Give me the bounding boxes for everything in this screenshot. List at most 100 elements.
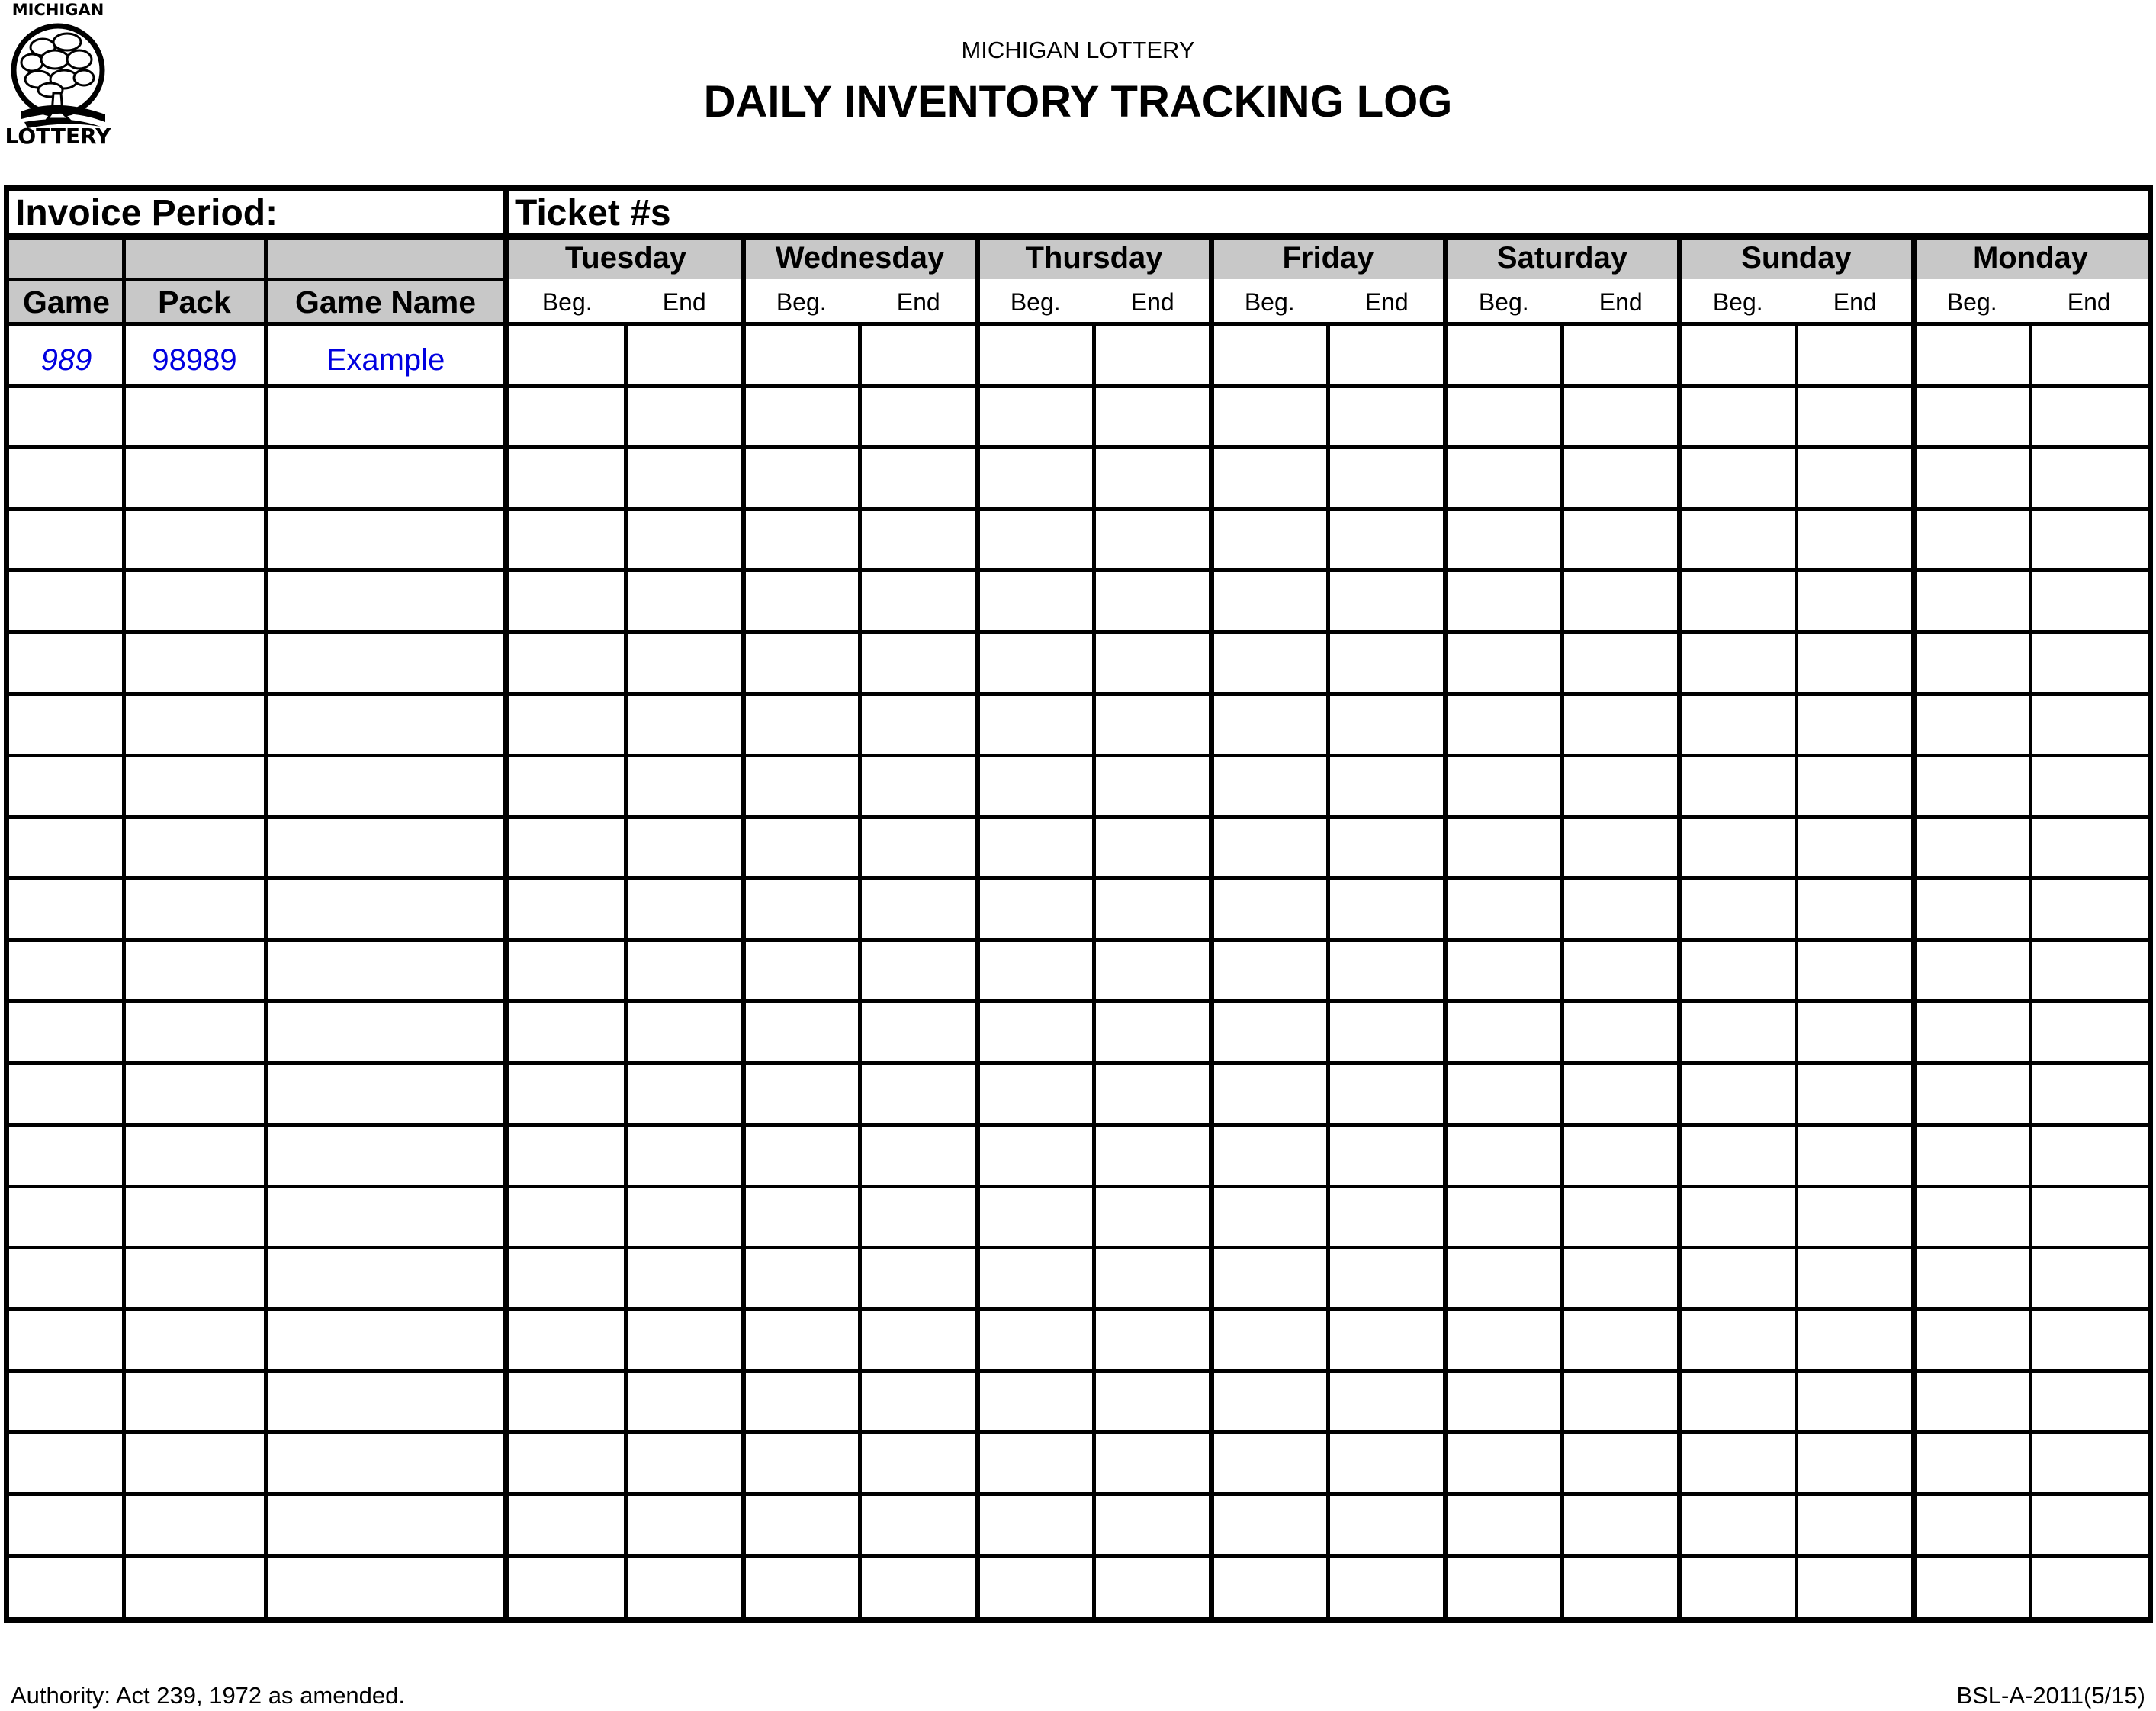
beg-ticket-cell[interactable] <box>1682 1312 1794 1368</box>
beg-ticket-cell[interactable] <box>1214 450 1325 506</box>
end-ticket-cell[interactable] <box>629 1005 741 1060</box>
end-ticket-cell[interactable] <box>2034 1312 2145 1368</box>
pack-cell[interactable] <box>124 403 265 439</box>
beg-ticket-cell[interactable] <box>1448 1005 1560 1060</box>
beg-ticket-cell[interactable] <box>1682 881 1794 937</box>
end-ticket-cell[interactable] <box>629 1374 741 1430</box>
end-ticket-cell[interactable] <box>1566 1436 1677 1491</box>
end-ticket-cell[interactable] <box>1800 450 1911 506</box>
end-ticket-cell[interactable] <box>629 574 741 629</box>
beg-ticket-cell[interactable] <box>1214 1497 1325 1553</box>
game-name-cell[interactable] <box>265 526 506 563</box>
beg-ticket-cell[interactable] <box>1917 1066 2028 1122</box>
end-ticket-cell[interactable] <box>1097 1005 1209 1060</box>
beg-ticket-cell[interactable] <box>746 1497 857 1553</box>
beg-ticket-cell[interactable] <box>1448 1251 1560 1307</box>
beg-ticket-cell[interactable] <box>1682 512 1794 568</box>
beg-ticket-cell[interactable] <box>1917 635 2028 691</box>
end-ticket-cell[interactable] <box>863 327 975 383</box>
end-ticket-cell[interactable] <box>1097 820 1209 876</box>
beg-ticket-cell[interactable] <box>1448 389 1560 445</box>
beg-ticket-cell[interactable] <box>512 635 623 691</box>
end-ticket-cell[interactable] <box>629 1497 741 1553</box>
beg-ticket-cell[interactable] <box>512 512 623 568</box>
beg-ticket-cell[interactable] <box>980 758 1091 814</box>
pack-cell[interactable] <box>124 1573 265 1610</box>
end-ticket-cell[interactable] <box>863 1189 975 1245</box>
beg-ticket-cell[interactable] <box>746 1005 857 1060</box>
end-ticket-cell[interactable] <box>2034 512 2145 568</box>
beg-ticket-cell[interactable] <box>746 696 857 752</box>
beg-ticket-cell[interactable] <box>1214 1374 1325 1430</box>
beg-ticket-cell[interactable] <box>1682 1189 1794 1245</box>
end-ticket-cell[interactable] <box>1800 696 1911 752</box>
end-ticket-cell[interactable] <box>863 1558 975 1614</box>
end-ticket-cell[interactable] <box>863 1374 975 1430</box>
beg-ticket-cell[interactable] <box>1917 1251 2028 1307</box>
beg-ticket-cell[interactable] <box>512 1189 623 1245</box>
beg-ticket-cell[interactable] <box>746 1312 857 1368</box>
beg-ticket-cell[interactable] <box>1214 327 1325 383</box>
game-cell[interactable] <box>9 465 124 501</box>
game-cell[interactable] <box>9 1573 124 1610</box>
end-ticket-cell[interactable] <box>1566 512 1677 568</box>
beg-ticket-cell[interactable] <box>980 1312 1091 1368</box>
end-ticket-cell[interactable] <box>629 696 741 752</box>
beg-ticket-cell[interactable] <box>1214 1436 1325 1491</box>
beg-ticket-cell[interactable] <box>1448 450 1560 506</box>
end-ticket-cell[interactable] <box>1332 327 1443 383</box>
end-ticket-cell[interactable] <box>629 450 741 506</box>
end-ticket-cell[interactable] <box>1800 820 1911 876</box>
end-ticket-cell[interactable] <box>1332 574 1443 629</box>
beg-ticket-cell[interactable] <box>746 389 857 445</box>
end-ticket-cell[interactable] <box>863 389 975 445</box>
end-ticket-cell[interactable] <box>1800 327 1911 383</box>
end-ticket-cell[interactable] <box>1097 574 1209 629</box>
beg-ticket-cell[interactable] <box>1917 1189 2028 1245</box>
beg-ticket-cell[interactable] <box>980 574 1091 629</box>
beg-ticket-cell[interactable] <box>1682 1005 1794 1060</box>
end-ticket-cell[interactable] <box>1800 574 1911 629</box>
end-ticket-cell[interactable] <box>1332 450 1443 506</box>
beg-ticket-cell[interactable] <box>1917 1558 2028 1614</box>
beg-ticket-cell[interactable] <box>980 943 1091 999</box>
end-ticket-cell[interactable] <box>629 327 741 383</box>
end-ticket-cell[interactable] <box>2034 1127 2145 1183</box>
beg-ticket-cell[interactable] <box>1448 1066 1560 1122</box>
end-ticket-cell[interactable] <box>863 1066 975 1122</box>
game-name-cell[interactable] <box>265 957 506 994</box>
beg-ticket-cell[interactable] <box>746 881 857 937</box>
game-name-cell[interactable] <box>265 711 506 748</box>
beg-ticket-cell[interactable] <box>1917 1374 2028 1430</box>
beg-ticket-cell[interactable] <box>1682 635 1794 691</box>
end-ticket-cell[interactable] <box>1566 389 1677 445</box>
beg-ticket-cell[interactable] <box>746 450 857 506</box>
end-ticket-cell[interactable] <box>1332 1251 1443 1307</box>
end-ticket-cell[interactable] <box>1332 635 1443 691</box>
beg-ticket-cell[interactable] <box>1917 696 2028 752</box>
end-ticket-cell[interactable] <box>863 450 975 506</box>
end-ticket-cell[interactable] <box>863 1005 975 1060</box>
beg-ticket-cell[interactable] <box>1214 696 1325 752</box>
end-ticket-cell[interactable] <box>1566 635 1677 691</box>
pack-cell[interactable] <box>124 773 265 809</box>
end-ticket-cell[interactable] <box>629 1066 741 1122</box>
end-ticket-cell[interactable] <box>1800 758 1911 814</box>
beg-ticket-cell[interactable] <box>746 1374 857 1430</box>
beg-ticket-cell[interactable] <box>746 512 857 568</box>
beg-ticket-cell[interactable] <box>512 881 623 937</box>
game-cell[interactable] <box>9 773 124 809</box>
game-name-cell[interactable] <box>265 1080 506 1117</box>
beg-ticket-cell[interactable] <box>1448 1189 1560 1245</box>
game-name-cell[interactable] <box>265 1327 506 1363</box>
end-ticket-cell[interactable] <box>1566 450 1677 506</box>
beg-ticket-cell[interactable] <box>1448 696 1560 752</box>
end-ticket-cell[interactable] <box>1566 1312 1677 1368</box>
end-ticket-cell[interactable] <box>1800 1127 1911 1183</box>
beg-ticket-cell[interactable] <box>1448 327 1560 383</box>
beg-ticket-cell[interactable] <box>1214 1251 1325 1307</box>
end-ticket-cell[interactable] <box>1566 696 1677 752</box>
end-ticket-cell[interactable] <box>1566 881 1677 937</box>
end-ticket-cell[interactable] <box>1332 1189 1443 1245</box>
end-ticket-cell[interactable] <box>2034 943 2145 999</box>
